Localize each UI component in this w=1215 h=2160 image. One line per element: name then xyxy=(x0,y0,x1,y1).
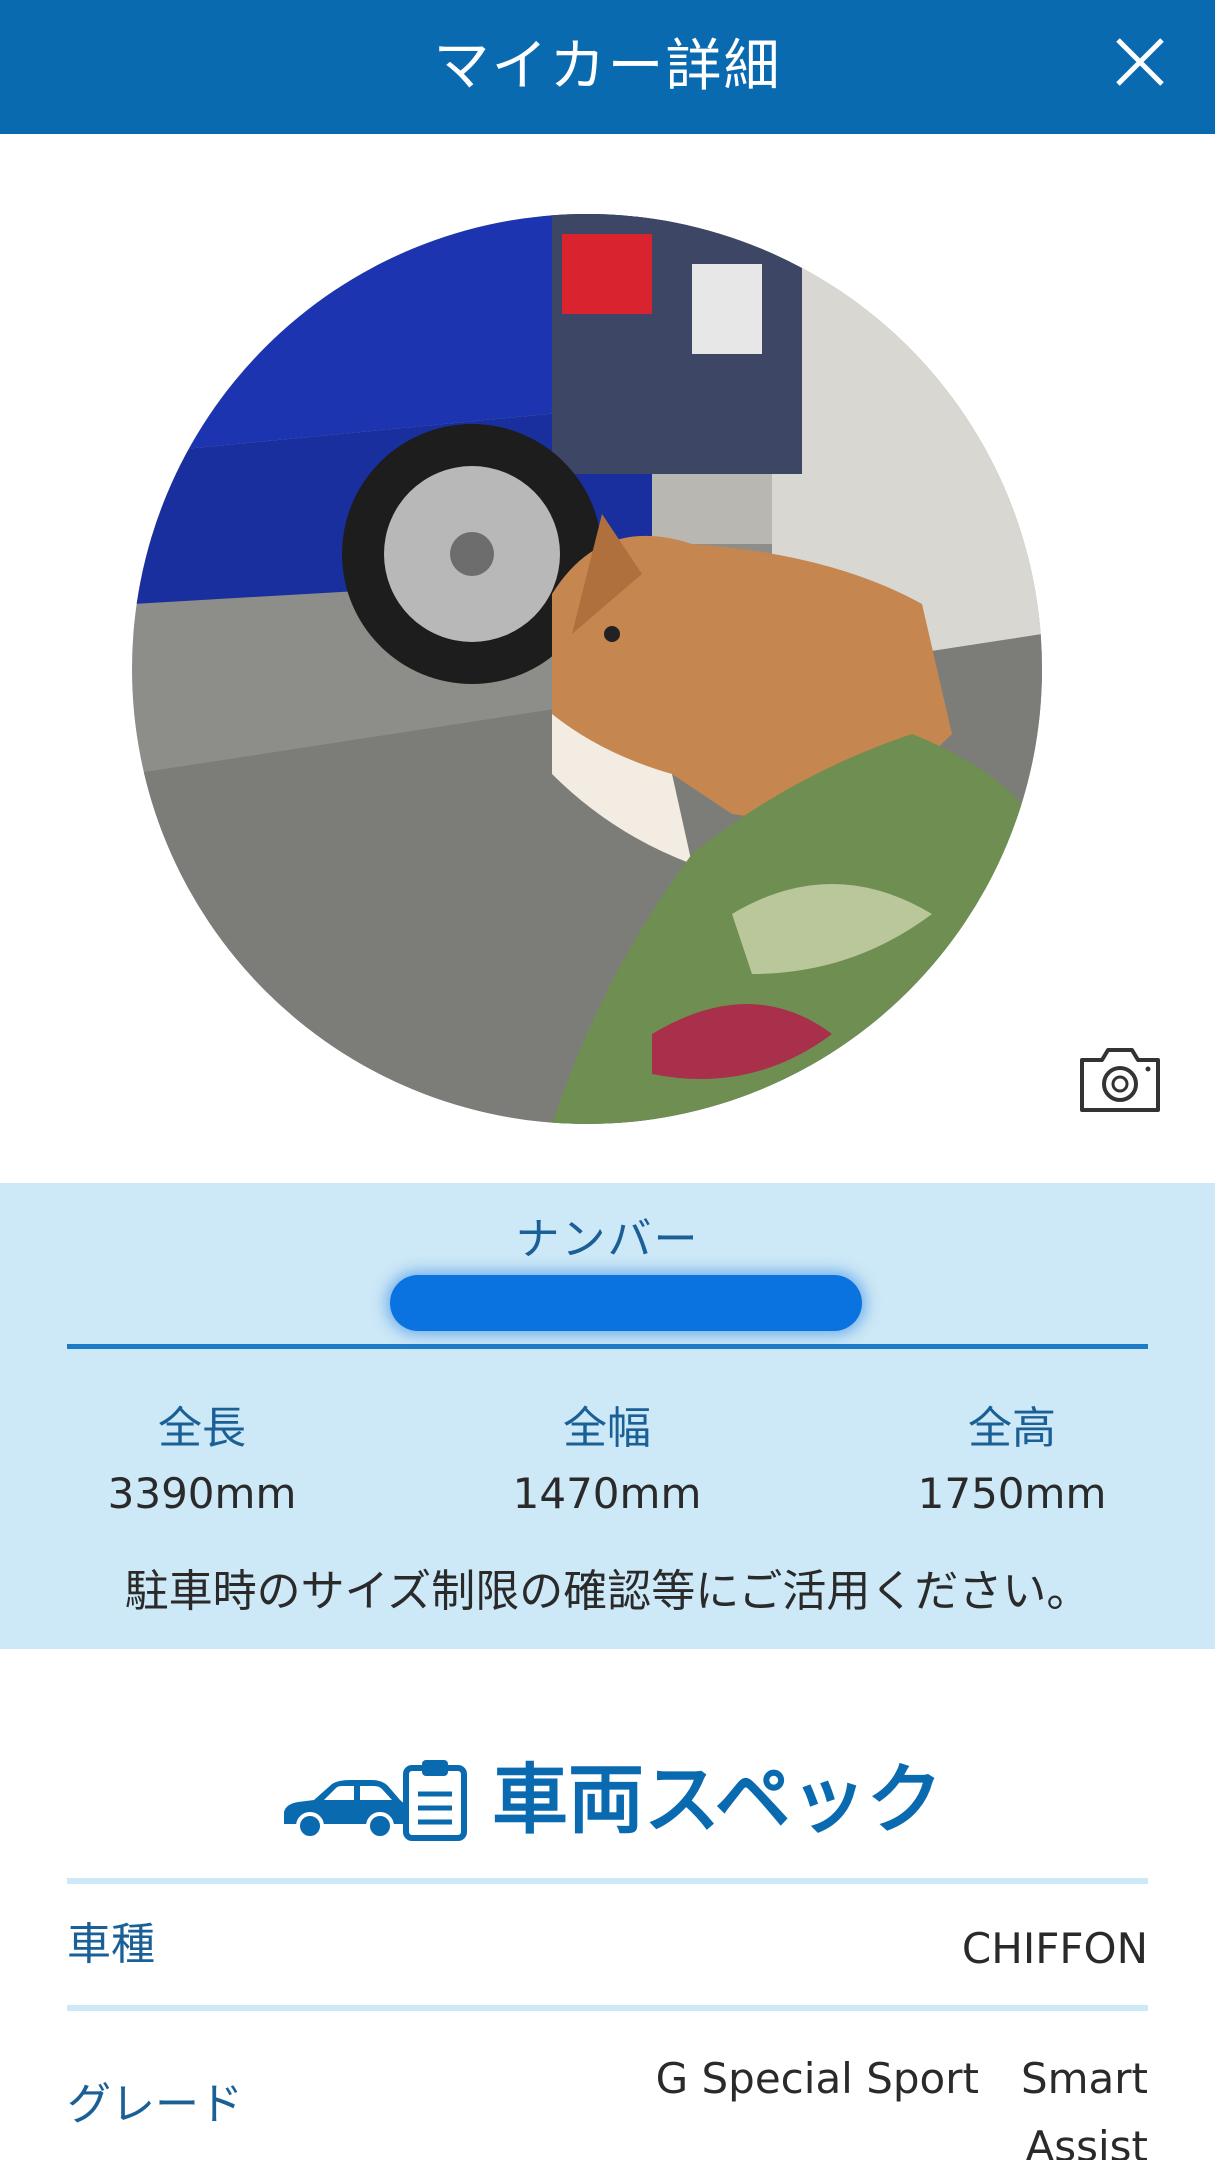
dimension-length: 全長 3390mm xyxy=(52,1400,352,1524)
spec-row-label-grade: グレード xyxy=(67,2079,243,2130)
camera-icon xyxy=(1080,1048,1160,1112)
close-icon xyxy=(1116,38,1164,86)
spec-title: 車両スペック xyxy=(492,1755,943,1844)
car-icon xyxy=(284,1780,406,1840)
page-title: マイカー詳細 xyxy=(433,34,782,99)
spec-row-value-grade: G Special Sport Smart Assist xyxy=(655,2054,1148,2160)
plate-number-label: ナンバー xyxy=(515,1214,700,1265)
spec-row-label-model: 車種 xyxy=(67,1919,155,1970)
dimension-length-label: 全長 xyxy=(158,1403,246,1454)
change-photo-button[interactable] xyxy=(1076,1042,1164,1116)
dimension-width-value: 1470mm xyxy=(512,1469,702,1518)
dimension-length-value: 3390mm xyxy=(107,1469,297,1518)
dimension-width: 全幅 1470mm xyxy=(457,1400,757,1524)
clipboard-icon xyxy=(403,1760,467,1841)
vehicle-photo xyxy=(132,214,1042,1124)
dimension-width-label: 全幅 xyxy=(563,1403,651,1454)
app-header: マイカー詳細 xyxy=(0,0,1215,134)
spec-heading: 車両スペック xyxy=(280,1750,960,1850)
spec-top-divider xyxy=(67,1878,1148,1884)
close-button[interactable] xyxy=(1110,32,1170,92)
dimension-height-value: 1750mm xyxy=(917,1469,1107,1518)
spec-row-divider xyxy=(67,2005,1148,2011)
dimension-height-label: 全高 xyxy=(968,1403,1056,1454)
dimension-height: 全高 1750mm xyxy=(862,1400,1162,1524)
plate-number-redacted xyxy=(390,1275,862,1331)
plate-divider xyxy=(67,1344,1148,1349)
spec-row-value-model: CHIFFON xyxy=(961,1924,1148,1973)
size-note: 駐車時のサイズ制限の確認等にご活用ください。 xyxy=(124,1566,1091,1617)
